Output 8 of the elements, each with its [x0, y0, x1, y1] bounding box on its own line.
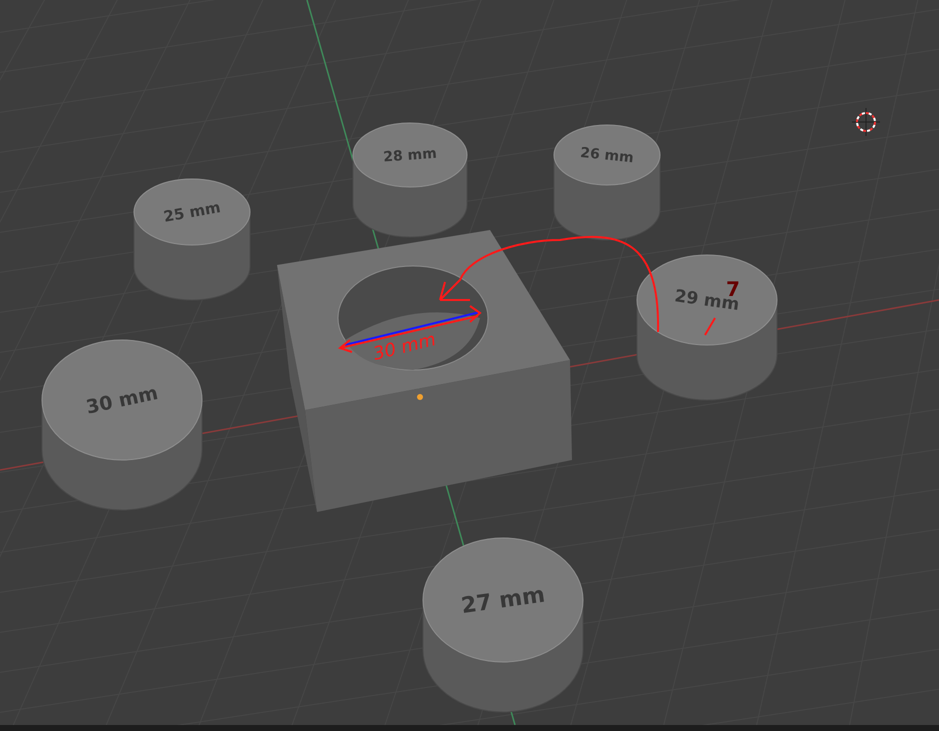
cylinder-label: 26 mm: [579, 144, 634, 166]
cylinder-label: 30 mm: [84, 382, 160, 419]
cylinder-label: 25 mm: [162, 198, 222, 226]
cylinder-label: 27 mm: [460, 582, 546, 620]
handwritten-note: 30 mm: [371, 329, 438, 365]
3d-cursor-icon[interactable]: [852, 108, 880, 136]
cylinder-label: 28 mm: [382, 146, 438, 166]
origin-dot: [417, 394, 423, 400]
